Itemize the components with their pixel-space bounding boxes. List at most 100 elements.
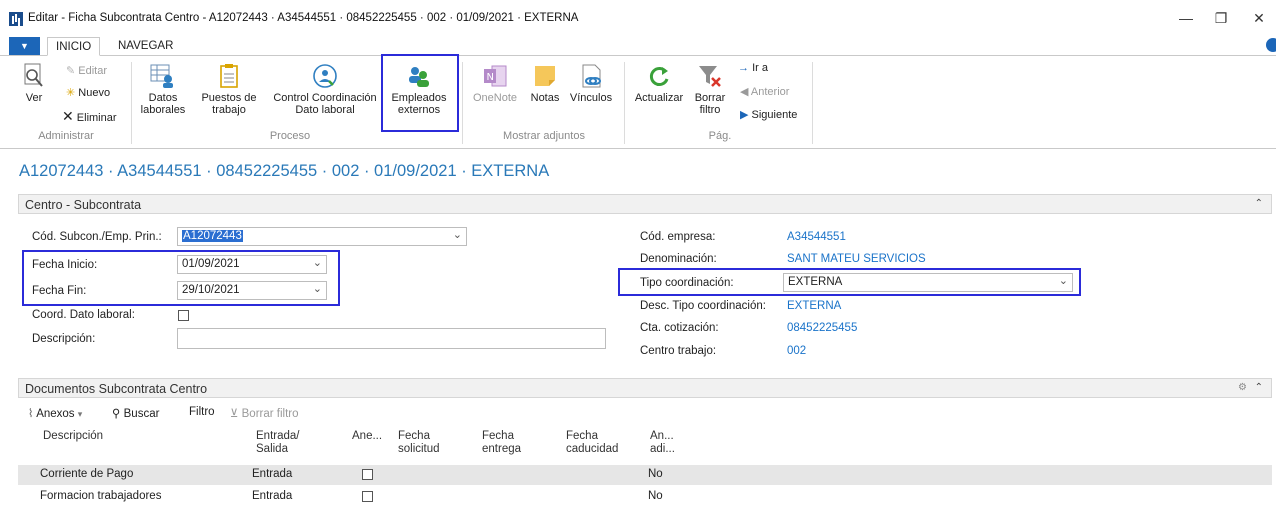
denominacion-label: Denominación:	[640, 253, 717, 265]
col-label: Entrada/	[256, 430, 300, 442]
ver-button[interactable]: Ver	[20, 63, 48, 104]
paperclip-icon: ⌇	[28, 408, 34, 420]
restore-button[interactable]: ❐	[1206, 8, 1236, 28]
cell-descripcion: Corriente de Pago	[40, 468, 134, 480]
triangle-right-icon: ▶	[740, 109, 749, 121]
app-menu-button[interactable]: ▼	[9, 37, 40, 55]
filtro-button[interactable]: Filtro	[189, 406, 215, 418]
link-document-icon	[578, 63, 604, 89]
clear-filter-icon: ⊻	[230, 408, 239, 420]
col-label: adi...	[650, 443, 675, 455]
col-fecha-caducidad[interactable]: Fecha caducidad	[566, 430, 618, 456]
cell-anexos-adicionales: No	[648, 468, 663, 480]
group-divider	[624, 62, 625, 144]
anexos-checkbox[interactable]	[362, 469, 373, 480]
group-label-administrar: Administrar	[38, 130, 94, 142]
siguiente-label: Siguiente	[751, 109, 798, 121]
cell-entrada-salida: Entrada	[252, 490, 293, 502]
tab-inicio[interactable]: INICIO	[47, 37, 101, 56]
table-row[interactable]: Corriente de Pago Entrada No	[18, 465, 1272, 485]
table-row[interactable]: Formacion trabajadores Entrada No	[18, 487, 1272, 507]
col-label: Salida	[256, 443, 288, 455]
anterior-button[interactable]: ◀ Anterior	[740, 85, 789, 98]
group-divider	[812, 62, 813, 144]
col-label: An...	[650, 430, 674, 442]
ir-a-button[interactable]: → Ir a	[738, 62, 768, 74]
centro-value[interactable]: 002	[787, 345, 806, 357]
group-divider	[462, 62, 463, 144]
datos-laborales-button[interactable]: Datos laborales	[138, 63, 188, 116]
chevron-down-icon[interactable]: ⌄	[453, 228, 462, 241]
chevron-down-icon: ▾	[77, 409, 83, 419]
record-title: A12072443 · A34544551 · 08452225455 · 00…	[19, 162, 550, 180]
col-entrada-salida[interactable]: Entrada/Salida	[256, 430, 299, 456]
anterior-label: Anterior	[750, 86, 790, 98]
onenote-label: OneNote	[472, 92, 518, 104]
ver-label: Ver	[25, 92, 43, 104]
close-button[interactable]: ✕	[1244, 8, 1274, 28]
minimize-button[interactable]: —	[1171, 8, 1201, 28]
group-divider	[131, 62, 132, 144]
help-icon[interactable]	[1266, 38, 1276, 52]
anexos-button[interactable]: ⌇ Anexos ▾	[28, 406, 82, 420]
highlight-fechas	[22, 250, 340, 306]
borrar-filtro-button[interactable]: Borrar filtro	[690, 63, 730, 116]
section-header-documentos[interactable]: Documentos Subcontrata Centro ⚙ ⌃	[18, 378, 1272, 398]
eliminar-button[interactable]: ✕ Eliminar	[62, 108, 117, 125]
coord-label: Coord. Dato laboral:	[32, 309, 135, 321]
col-descripcion[interactable]: Descripción	[43, 430, 103, 443]
cod-subcon-field[interactable]: A12072443 ⌄	[177, 227, 467, 246]
borrar-filtro-toolbar-button[interactable]: ⊻ Borrar filtro	[230, 406, 299, 420]
section-title: Centro - Subcontrata	[25, 198, 142, 212]
col-label: solicitud	[398, 443, 440, 455]
actualizar-label: Actualizar	[634, 92, 684, 104]
group-label-mostrar-adjuntos: Mostrar adjuntos	[503, 130, 585, 142]
control-coordinacion-button[interactable]: Control Coordinación Dato laboral	[266, 63, 384, 116]
section-header-centro[interactable]: Centro - Subcontrata ⌃	[18, 194, 1272, 214]
svg-text:N: N	[487, 72, 494, 83]
cod-subcon-value: A12072443	[182, 230, 243, 242]
anexos-label: Anexos	[36, 408, 75, 420]
col-fecha-entrega[interactable]: Fecha entrega	[482, 430, 521, 456]
denominacion-value[interactable]: SANT MATEU SERVICIOS	[787, 253, 926, 265]
clipboard-icon	[216, 63, 242, 89]
vinculos-button[interactable]: Vínculos	[567, 63, 615, 104]
refresh-icon	[646, 63, 672, 89]
nuevo-label: Nuevo	[78, 87, 111, 99]
cta-value[interactable]: 08452225455	[787, 322, 857, 334]
cta-label: Cta. cotización:	[640, 322, 719, 334]
col-anexos-adicionales[interactable]: An... adi...	[650, 430, 675, 456]
anexos-checkbox[interactable]	[362, 491, 373, 502]
siguiente-button[interactable]: ▶ Siguiente	[740, 108, 797, 121]
collapse-icon[interactable]: ⌃	[1255, 198, 1263, 209]
col-anexos[interactable]: Ane...	[352, 430, 382, 443]
actualizar-button[interactable]: Actualizar	[630, 63, 688, 104]
cod-subcon-label: Cód. Subcon./Emp. Prin.:	[32, 231, 162, 243]
cod-empresa-value[interactable]: A34544551	[787, 231, 846, 243]
borrar-filtro-label: Borrar filtro	[241, 408, 299, 420]
nuevo-button[interactable]: ✳ Nuevo	[66, 86, 110, 99]
highlight-tipo-coordinacion	[618, 268, 1081, 296]
puestos-trabajo-label-2: trabajo	[212, 104, 246, 116]
notas-button[interactable]: Notas	[526, 63, 564, 104]
binoculars-icon: ⚲	[112, 408, 121, 420]
collapse-icon[interactable]: ⌃	[1255, 382, 1263, 393]
title-bar: Editar - Ficha Subcontrata Centro - A120…	[0, 0, 1276, 36]
cell-anexos-adicionales: No	[648, 490, 663, 502]
editar-button[interactable]: ✎ Editar	[66, 64, 107, 77]
desc-tipo-value[interactable]: EXTERNA	[787, 300, 841, 312]
section-title: Documentos Subcontrata Centro	[25, 382, 208, 396]
settings-icon[interactable]: ⚙	[1238, 382, 1247, 393]
tab-navegar[interactable]: NAVEGAR	[110, 37, 181, 56]
descripcion-field[interactable]	[177, 328, 606, 349]
ir-a-label: Ir a	[752, 62, 768, 74]
buscar-button[interactable]: ⚲ Buscar	[112, 406, 159, 420]
puestos-trabajo-button[interactable]: Puestos de trabajo	[198, 63, 260, 116]
col-fecha-solicitud[interactable]: Fecha solicitud	[398, 430, 440, 456]
col-label: entrega	[482, 443, 522, 455]
delete-icon: ✕	[62, 108, 74, 124]
datos-laborales-label-1: Datos	[148, 92, 178, 104]
coord-checkbox[interactable]	[178, 310, 189, 321]
onenote-button[interactable]: N OneNote	[468, 63, 522, 104]
pencil-icon: ✎	[66, 65, 76, 77]
